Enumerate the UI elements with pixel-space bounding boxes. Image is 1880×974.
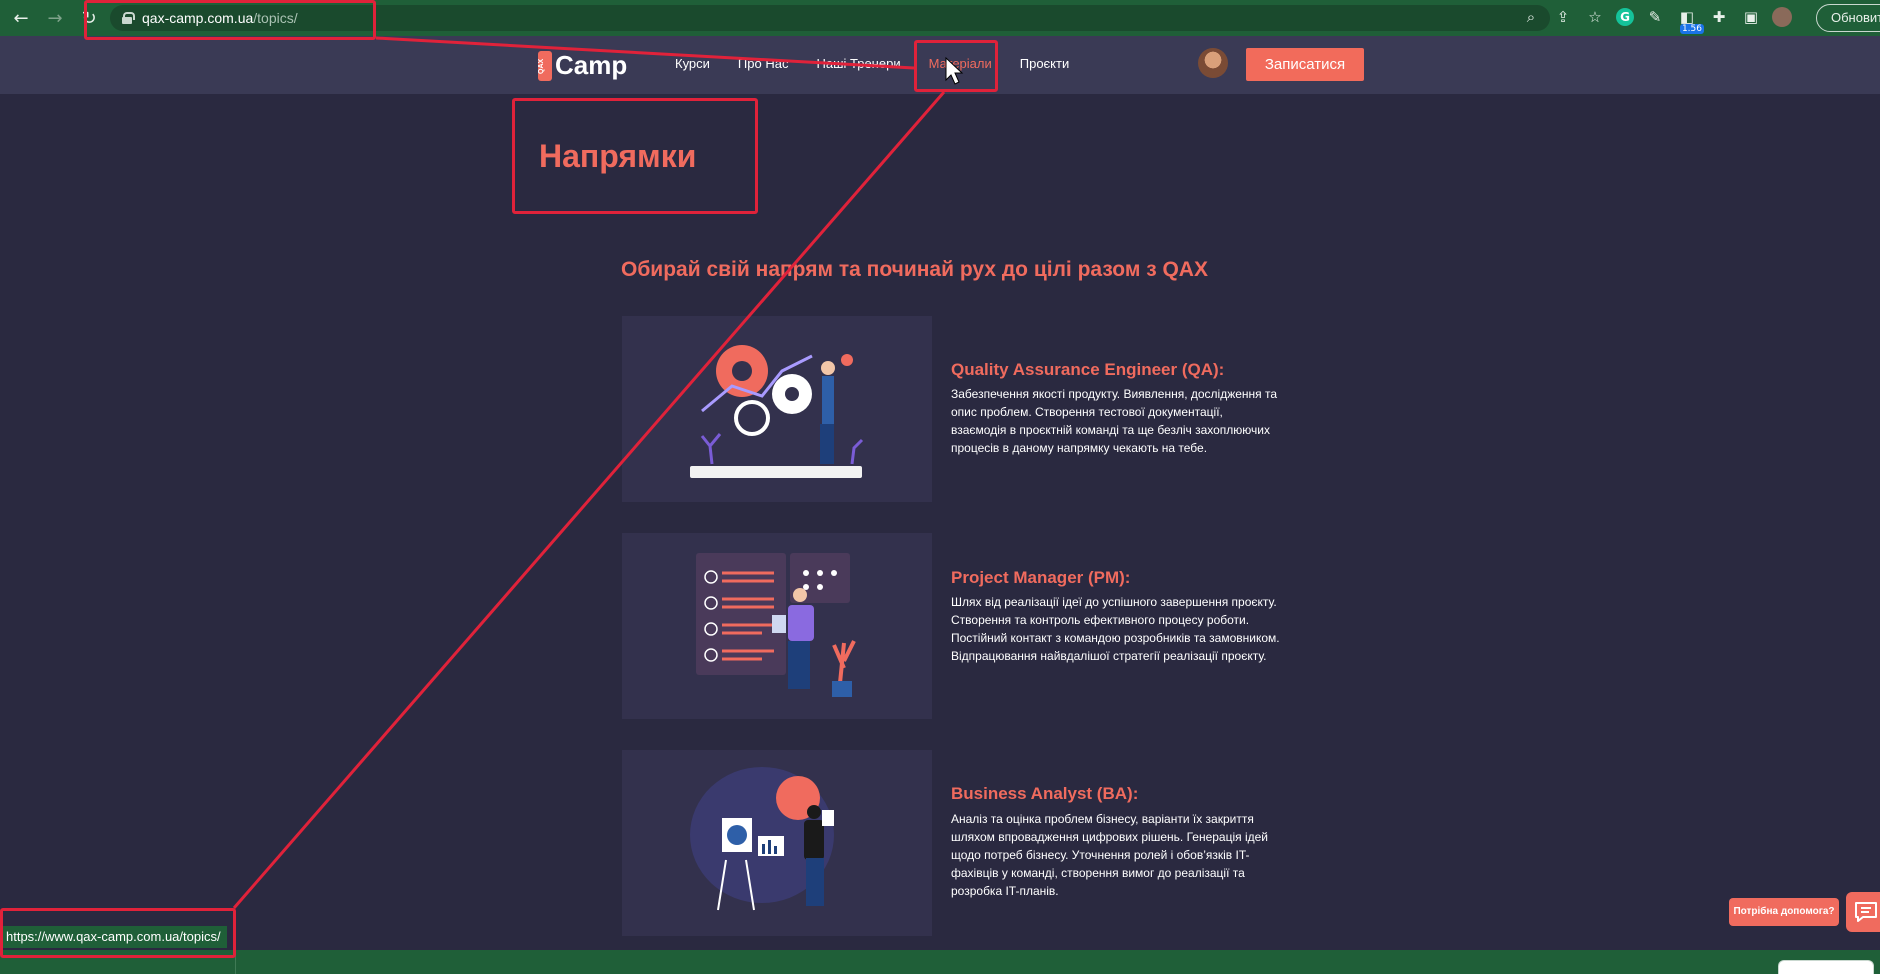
nav-item-courses[interactable]: Курси xyxy=(675,56,710,71)
nav-item-about[interactable]: Про Нас xyxy=(738,56,789,71)
help-chip[interactable]: Потрібна допомога? xyxy=(1729,898,1839,926)
extension-icons: ⌕ ⇪ ☆ G ✎ ◧ 1.56 ✚ ▣ xyxy=(1520,6,1792,34)
extension-badge: 1.56 xyxy=(1679,24,1704,34)
card-desc-ba: Аналіз та оцінка проблем бізнесу, варіан… xyxy=(951,812,1269,898)
annotation-box-status xyxy=(0,908,236,958)
card-desc-pm: Шлях від реалізації ідеї до успішного за… xyxy=(951,595,1280,663)
ba-illustration xyxy=(622,750,932,936)
pm-illustration xyxy=(622,533,932,719)
user-avatar[interactable] xyxy=(1198,48,1228,78)
extension-flag-icon[interactable]: ✎ xyxy=(1644,6,1666,28)
nav-item-projects[interactable]: Проєкти xyxy=(1020,56,1070,71)
zoom-icon[interactable]: ⌕ xyxy=(1520,6,1542,28)
card-title-qa: Quality Assurance Engineer (QA): xyxy=(951,360,1225,379)
nav-item-trainers[interactable]: Наші Тренери xyxy=(816,56,900,71)
show-all-downloads-button[interactable] xyxy=(1778,960,1874,974)
card-title-ba: Business Analyst (BA): xyxy=(951,784,1139,803)
main-nav: Курси Про Нас Наші Тренери Матеріали Про… xyxy=(675,56,1097,71)
chat-icon xyxy=(1855,902,1877,922)
grammarly-icon[interactable]: G xyxy=(1616,8,1634,26)
share-icon[interactable]: ⇪ xyxy=(1552,6,1574,28)
qa-illustration xyxy=(622,316,932,502)
puzzle-icon[interactable]: ✚ xyxy=(1708,6,1730,28)
annotation-box-title xyxy=(512,98,758,214)
download-shelf xyxy=(0,950,1880,974)
annotation-box-menu xyxy=(914,40,998,92)
logo-badge: QAX xyxy=(538,50,552,81)
section-subtitle: Обирай свій напрям та починай рух до ціл… xyxy=(621,258,1208,281)
update-button[interactable]: Обновить xyxy=(1816,4,1880,32)
back-icon[interactable]: ← xyxy=(8,5,34,31)
chat-button[interactable] xyxy=(1846,892,1880,932)
profile-avatar[interactable] xyxy=(1772,7,1792,27)
card-desc-qa: Забезпечення якості продукту. Виявлення,… xyxy=(951,387,1278,455)
sidebar-icon[interactable]: ▣ xyxy=(1740,6,1762,28)
annotation-lines xyxy=(232,36,964,909)
bookmark-star-icon[interactable]: ☆ xyxy=(1584,6,1606,28)
signup-button[interactable]: Записатися xyxy=(1246,48,1364,81)
logo-text: Camp xyxy=(555,50,628,80)
site-logo[interactable]: QAX Camp xyxy=(538,50,627,81)
extension-counter-icon[interactable]: ◧ 1.56 xyxy=(1676,6,1704,34)
annotation-box-url xyxy=(84,0,376,40)
card-title-pm: Project Manager (PM): xyxy=(951,568,1131,587)
forward-icon[interactable]: → xyxy=(42,5,68,31)
